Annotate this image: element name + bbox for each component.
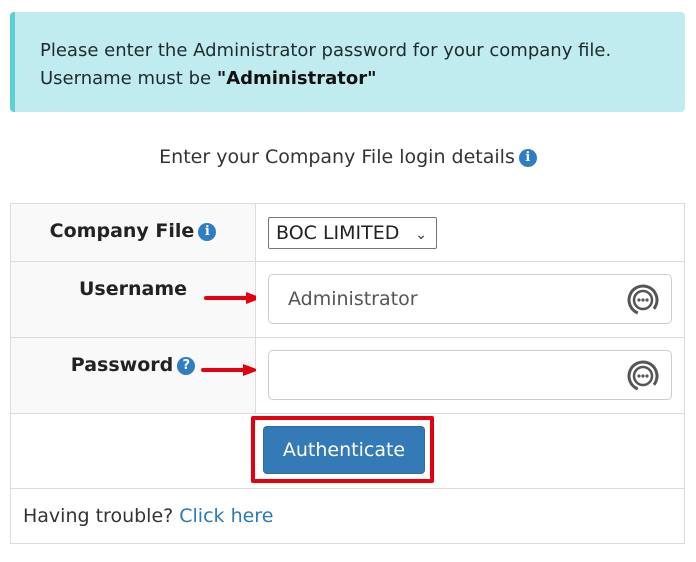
password-manager-icon[interactable] (627, 360, 659, 392)
username-input[interactable]: Administrator (268, 274, 672, 324)
username-row: Username Administrator (11, 262, 684, 338)
company-file-select[interactable]: BOC LIMITED ⌄ (268, 217, 437, 249)
authenticate-button[interactable]: Authenticate (263, 426, 425, 474)
company-file-label: Company File (49, 220, 195, 242)
company-file-selected: BOC LIMITED (276, 222, 400, 244)
username-label: Username (78, 278, 188, 300)
alert-line-1: Please enter the Administrator password … (40, 40, 612, 61)
password-input[interactable] (268, 350, 672, 400)
alert-username-emphasis: "Administrator" (216, 68, 377, 89)
company-file-row: Company File i BOC LIMITED ⌄ (11, 204, 684, 262)
password-label: Password (70, 354, 174, 376)
login-subtitle-text: Enter your Company File login details (159, 146, 515, 168)
password-value-cell (256, 338, 684, 413)
question-icon[interactable]: ? (177, 357, 196, 375)
username-value-cell: Administrator (256, 262, 684, 337)
help-prefix: Having trouble? (23, 505, 174, 527)
alert-banner: Please enter the Administrator password … (10, 12, 685, 112)
red-arrow-icon (201, 364, 259, 376)
company-file-value-cell: BOC LIMITED ⌄ (256, 204, 684, 261)
chevron-down-icon: ⌄ (415, 227, 427, 243)
help-link[interactable]: Click here (179, 505, 273, 527)
help-text: Having trouble? Click here (23, 505, 273, 527)
login-form: Company File i BOC LIMITED ⌄ Username Adm… (10, 203, 685, 544)
info-icon[interactable]: i (198, 223, 217, 241)
alert-line-2-text: Username must be (40, 68, 217, 89)
company-file-label-cell: Company File i (11, 204, 256, 261)
password-row: Password? (11, 338, 684, 414)
password-manager-icon[interactable] (627, 284, 659, 316)
login-subtitle: Enter your Company File login details i (0, 146, 696, 168)
alert-line-2: Username must be "Administrator" (40, 65, 660, 93)
info-icon[interactable]: i (518, 149, 537, 167)
help-row: Having trouble? Click here (11, 489, 684, 543)
username-value: Administrator (288, 288, 418, 310)
authenticate-row: Authenticate (11, 414, 684, 489)
red-arrow-icon (204, 292, 262, 304)
